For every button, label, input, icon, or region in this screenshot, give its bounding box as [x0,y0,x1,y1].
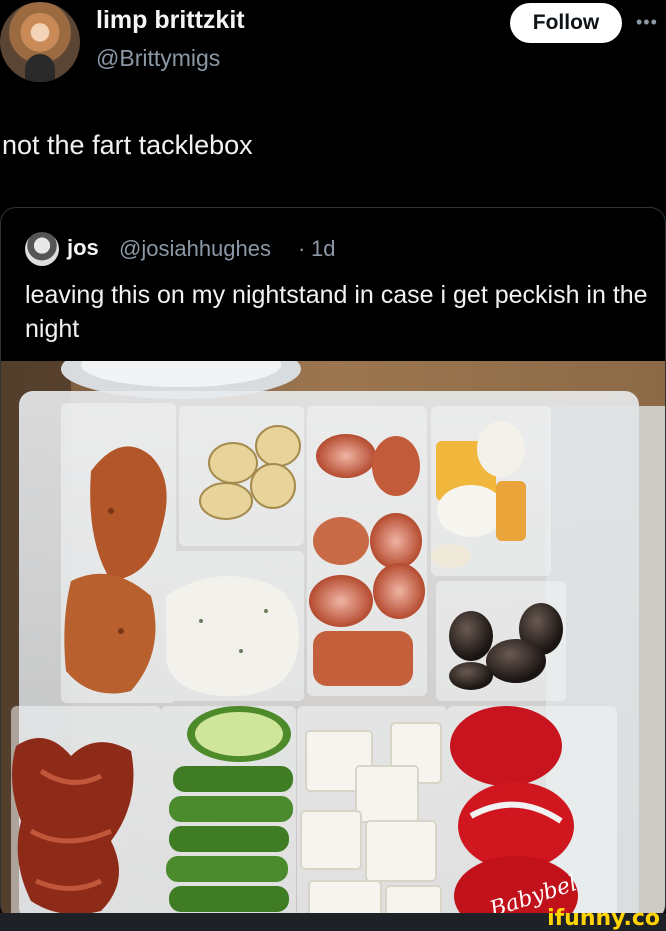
quoted-post-card[interactable]: jos @josiahhughes · 1d leaving this on m… [0,207,666,921]
quoted-handle[interactable]: @josiahhughes [119,236,271,262]
quoted-avatar[interactable] [25,232,59,266]
bacon-food [12,738,134,915]
quoted-timestamp[interactable]: 1d [311,236,335,262]
post-handle[interactable]: @Brittymigs [96,45,220,72]
post-display-name[interactable]: limp brittzkit [96,6,245,35]
dip-food [166,576,300,697]
follow-button[interactable]: Follow [510,3,622,43]
more-dots-icon[interactable]: ••• [636,12,658,33]
post-avatar[interactable] [0,2,80,82]
feta-food [300,722,442,920]
watermark-bar: ifunny.co [0,907,666,931]
quoted-display-name[interactable]: jos [67,235,99,261]
babybel-food: Babybel [450,706,580,920]
quoted-separator: · [298,236,306,261]
quoted-text: leaving this on my nightstand in case i … [25,281,648,343]
quoted-photo[interactable]: Babybel [1,361,666,921]
post-text: not the fart tacklebox [2,130,253,160]
ifunny-watermark: ifunny.co [547,906,660,931]
